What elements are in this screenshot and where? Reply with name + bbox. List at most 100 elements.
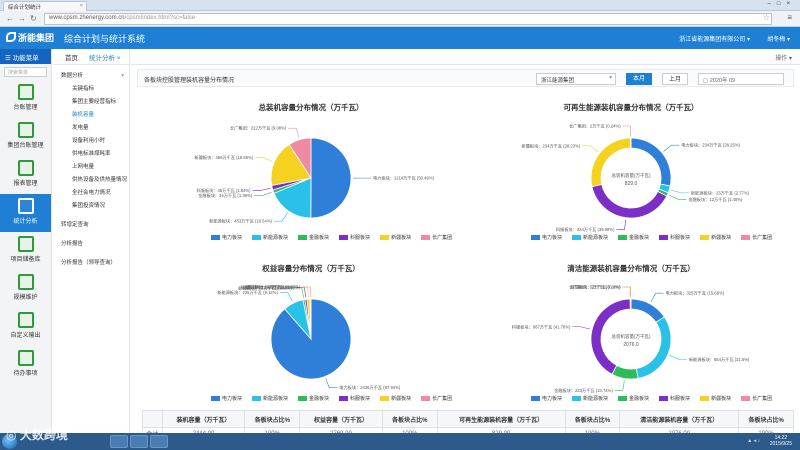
pie-chart-svg: 电力板块：325万千瓦 (15.66%) 新能源板块：654万千瓦 (31.5%)… [512, 284, 750, 394]
sidebar-item-export[interactable]: 自定义输出 [0, 308, 51, 346]
legend-item[interactable]: 金融板块 [298, 234, 329, 241]
sidebar-item-maintenance[interactable]: 规模维护 [0, 270, 51, 308]
sidebar-item-report[interactable]: 报表管理 [0, 156, 51, 194]
url-field[interactable]: www.cpsm.zhenergy.com.cn/cpsm/index.html… [44, 13, 772, 25]
table-header: 权益容量（万千瓦） [299, 410, 383, 428]
legend-item[interactable]: 科服板块 [659, 234, 690, 241]
sidebar-search-input[interactable]: 搜索菜单 [4, 67, 47, 77]
app-icon[interactable] [150, 435, 168, 448]
legend-item[interactable]: 新疆板块 [700, 395, 731, 402]
tree-item[interactable]: 发电量 [53, 122, 129, 135]
last-month-button[interactable]: 上月 [662, 73, 688, 85]
legend-item[interactable]: 金融板块 [618, 234, 649, 241]
legend-item[interactable]: 电力板块 [531, 395, 562, 402]
slice-label: 科服板块：324万千瓦 (39.08%) [556, 226, 615, 233]
tree-item[interactable]: 关键指标 [53, 83, 129, 96]
legend-item[interactable]: 科服板块 [339, 395, 370, 402]
legend-label: 长广集团 [432, 396, 453, 402]
legend-label: 科服板块 [670, 235, 691, 241]
pie-slice[interactable] [635, 316, 672, 379]
legend-item[interactable]: 新疆板块 [700, 234, 731, 241]
legend-item[interactable]: 长广集团 [421, 395, 452, 402]
sidebar-header[interactable]: ☰ 功能菜单 [0, 49, 51, 64]
sidebar-item-analysis[interactable]: 统计分析 [0, 194, 51, 232]
tree-item[interactable]: 集团主要经营指标 [53, 96, 129, 109]
legend-item[interactable]: 新能源板块 [252, 234, 288, 241]
filter-bar: 各板块控股管理装机容量分布情况 浙江能源集团 ▾ 本月 上月 ▢ 2020年 09 [137, 69, 794, 87]
pie-slice[interactable] [630, 298, 665, 323]
pie-slice[interactable] [629, 298, 632, 310]
tree-item[interactable]: 集团投资情况 [53, 200, 129, 213]
legend-swatch [252, 396, 262, 401]
operations-menu[interactable]: 操作 ▾ [775, 53, 792, 62]
browser-menu-icon[interactable]: ≡ [787, 13, 792, 22]
tree-item[interactable]: 供热设备及供热量情况 [53, 174, 129, 187]
table-header: 可再生能源装机容量（万千瓦） [436, 410, 566, 428]
org-select-value: 浙江能源集团 [541, 78, 575, 84]
tree-item[interactable]: 转增定查询 [53, 219, 129, 232]
sidebar-item-todo[interactable]: 待办事项 [0, 346, 51, 384]
browser-icon[interactable] [130, 435, 148, 448]
org-select[interactable]: 浙江能源集团 ▾ [536, 73, 616, 85]
legend-item[interactable]: 科服板块 [659, 395, 690, 402]
main-content: 首页 统计分析 × 操作 ▾ 各板块控股管理装机容量分布情况 浙江能源集团 ▾ 本… [65, 49, 800, 450]
tree-item[interactable]: 供电标准煤耗率 [53, 148, 129, 161]
legend-item[interactable]: 电力板块 [531, 234, 562, 241]
legend-item[interactable]: 长广集团 [741, 234, 772, 241]
window-controls[interactable]: –□× [768, 1, 796, 7]
system-tray[interactable]: ▲ ◂ ♪ [747, 438, 760, 444]
pie-slice[interactable] [590, 137, 631, 188]
user-menu[interactable]: 胡冬梅 ▾ [767, 34, 790, 43]
legend-item[interactable]: 科服板块 [339, 234, 370, 241]
operations-label: 操作 [775, 56, 788, 62]
tree-item[interactable]: 分析报告（领导查询） [53, 257, 129, 270]
back-icon[interactable]: ← [6, 14, 14, 23]
sidebar-item-label: 统计分析 [13, 219, 38, 225]
address-bar: ← → ↻ www.cpsm.zhenergy.com.cn/cpsm/inde… [0, 11, 800, 27]
pie-slice[interactable] [629, 137, 632, 149]
legend-item[interactable]: 长广集团 [741, 395, 772, 402]
legend-item[interactable]: 新疆板块 [380, 234, 411, 241]
sidebar-item-ledger[interactable]: 台账管理 [0, 80, 51, 118]
legend-swatch [252, 235, 262, 240]
tree-item[interactable]: 上网电量 [53, 161, 129, 174]
legend-item[interactable]: 新能源板块 [572, 395, 608, 402]
legend-item[interactable]: 长广集团 [421, 234, 452, 241]
tab-analysis[interactable]: 统计分析 × [89, 52, 121, 62]
legend-swatch [211, 235, 220, 240]
reload-icon[interactable]: ↻ [30, 14, 37, 23]
legend-item[interactable]: 电力板块 [211, 234, 242, 241]
callout-line [669, 355, 687, 360]
legend-item[interactable]: 新疆板块 [380, 395, 411, 402]
group-ledger-icon [17, 122, 34, 138]
close-tab-icon[interactable]: × [80, 3, 83, 9]
slice-label: 新能源板块：453万千瓦 (18.54%) [209, 218, 272, 225]
sidebar-item-group-ledger[interactable]: 集团台账管理 [0, 118, 51, 156]
forward-icon[interactable]: → [18, 14, 26, 23]
pie-slice[interactable] [591, 184, 668, 219]
legend-item[interactable]: 新能源板块 [572, 234, 608, 241]
tree-item[interactable]: 全社会电力情况 [53, 187, 129, 200]
tree-item[interactable]: 分析报告 [53, 238, 129, 251]
tree-item-selected[interactable]: 装机容量 [53, 109, 129, 122]
legend-item[interactable]: 金融板块 [618, 395, 649, 402]
bookmark-star-icon[interactable]: ☆ [763, 13, 770, 22]
legend-label: 新能源板块 [263, 396, 289, 402]
tree-item[interactable]: 数据分析 ▾ [53, 70, 129, 83]
this-month-button[interactable]: 本月 [626, 73, 652, 85]
company-selector[interactable]: 浙江省能源集团有限公司 ▾ [679, 34, 750, 43]
tree-item[interactable]: 设备利用小时 [53, 135, 129, 148]
tree-item-label: 设备利用小时 [72, 138, 106, 144]
sidebar-item-project[interactable]: 项目储备库 [0, 232, 51, 270]
pie-slice[interactable] [630, 137, 672, 187]
legend-item[interactable]: 电力板块 [211, 395, 242, 402]
pie-slice[interactable] [310, 137, 352, 219]
legend-label: 长广集团 [752, 396, 773, 402]
date-picker[interactable]: ▢ 2020年 09 [698, 73, 784, 85]
legend-item[interactable]: 新能源板块 [252, 395, 288, 402]
legend-item[interactable]: 金融板块 [298, 395, 329, 402]
browser-tab[interactable]: 综合计划统计 × [3, 1, 87, 11]
explorer-icon[interactable] [110, 435, 128, 448]
tab-home[interactable]: 首页 [65, 52, 78, 62]
table-header-row: 装机容量（万千瓦） 各板块占比% 权益容量（万千瓦） 各板块占比% 可再生能源装… [142, 410, 794, 428]
